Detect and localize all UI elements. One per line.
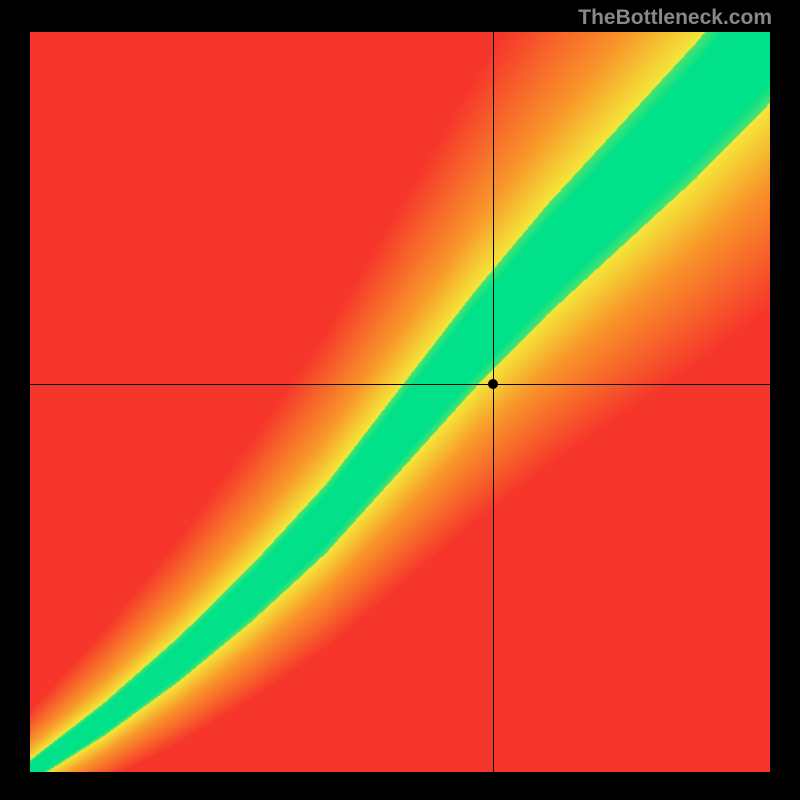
chart-container: TheBottleneck.com xyxy=(0,0,800,800)
crosshair-marker xyxy=(488,379,498,389)
watermark-text: TheBottleneck.com xyxy=(578,6,772,30)
crosshair-vertical xyxy=(493,32,494,772)
crosshair-horizontal xyxy=(30,384,770,385)
heatmap-plot xyxy=(30,32,770,772)
heatmap-canvas xyxy=(30,32,770,772)
